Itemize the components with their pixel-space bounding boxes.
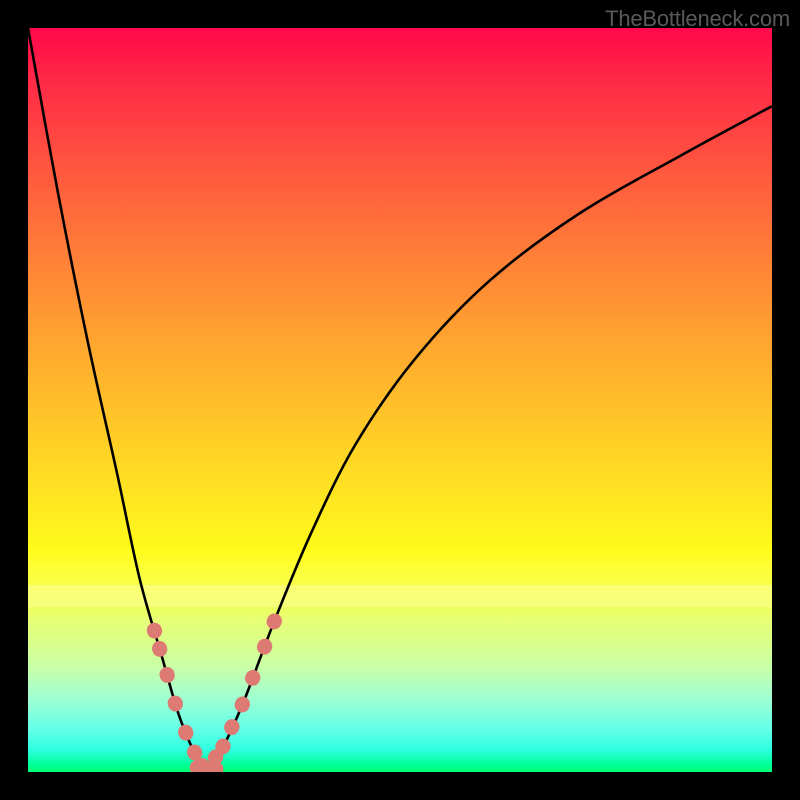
left-curve <box>28 28 205 771</box>
bead <box>158 665 177 685</box>
bead <box>255 636 275 656</box>
bead <box>166 694 185 714</box>
bead <box>150 639 169 659</box>
right-curve <box>205 106 772 770</box>
curves-layer <box>28 28 772 772</box>
bead <box>264 611 284 632</box>
bead <box>243 668 263 688</box>
chart-frame: TheBottleneck.com <box>0 0 800 800</box>
bead-group <box>145 611 284 772</box>
plot-area <box>28 28 772 772</box>
bead <box>232 694 252 714</box>
bead <box>176 722 196 743</box>
bead <box>222 717 242 738</box>
bead <box>145 621 164 641</box>
